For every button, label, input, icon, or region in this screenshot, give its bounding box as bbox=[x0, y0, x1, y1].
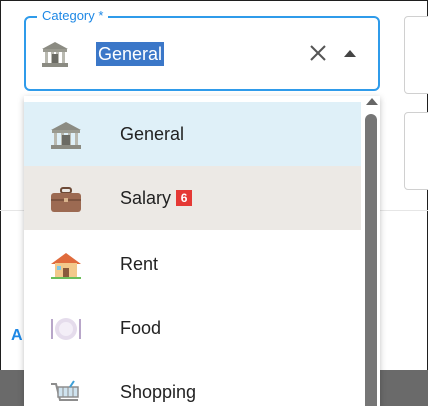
background-input-field[interactable] bbox=[404, 16, 428, 94]
shopping-cart-icon bbox=[51, 380, 79, 401]
option-label: General bbox=[120, 124, 185, 144]
option-rent[interactable]: Rent bbox=[24, 232, 361, 296]
option-general[interactable]: General bbox=[24, 102, 361, 166]
house-icon bbox=[51, 253, 81, 279]
bank-building-icon bbox=[51, 122, 81, 149]
category-selected-value[interactable]: General bbox=[96, 42, 165, 66]
option-food[interactable]: Food bbox=[24, 296, 361, 360]
caret-up-icon[interactable] bbox=[344, 50, 356, 57]
option-label: Salary 6 bbox=[120, 188, 193, 209]
plate-cutlery-icon bbox=[51, 318, 81, 340]
option-label: Food bbox=[120, 318, 162, 338]
option-label-text: Salary bbox=[120, 188, 172, 208]
category-dropdown-list: General Salary 6 Rent Food Shopping bbox=[24, 96, 380, 406]
background-link-text[interactable]: A bbox=[11, 327, 23, 345]
briefcase-icon bbox=[51, 187, 81, 212]
option-salary[interactable]: Salary 6 bbox=[24, 166, 361, 230]
scroll-up-arrow-icon[interactable] bbox=[366, 98, 378, 105]
scrollbar-thumb[interactable] bbox=[365, 114, 377, 406]
category-field-label: Category * bbox=[37, 8, 109, 23]
option-label: Rent bbox=[120, 254, 159, 274]
background-input-field-2[interactable] bbox=[404, 112, 428, 190]
bank-building-icon bbox=[42, 42, 68, 67]
close-icon[interactable] bbox=[305, 40, 331, 66]
option-label: Shopping bbox=[120, 382, 197, 402]
count-badge: 6 bbox=[176, 190, 193, 206]
option-shopping[interactable]: Shopping bbox=[24, 360, 361, 406]
